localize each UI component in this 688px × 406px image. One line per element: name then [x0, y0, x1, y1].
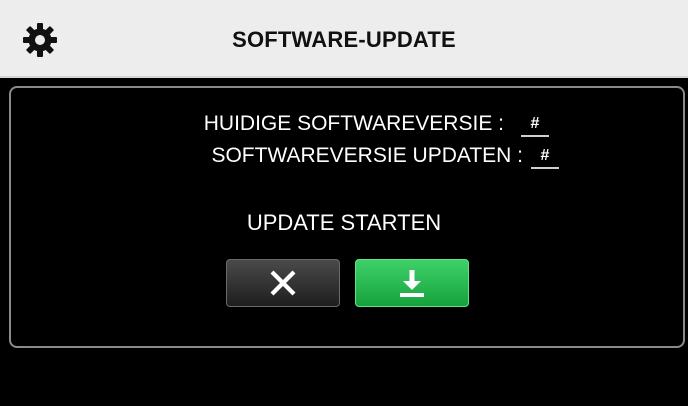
header-bar: SOFTWARE-UPDATE: [0, 0, 688, 78]
current-version-value: #: [521, 115, 549, 137]
cancel-button[interactable]: [226, 259, 340, 307]
update-version-label: SOFTWAREVERSIE UPDATEN :: [211, 144, 523, 167]
update-version-value: #: [531, 147, 559, 169]
close-icon: [270, 270, 296, 296]
start-update-button[interactable]: [355, 259, 469, 307]
current-version-label: HUIDIGE SOFTWAREVERSIE :: [203, 112, 504, 135]
update-start-label: UPDATE STARTEN: [246, 210, 442, 235]
page-title: SOFTWARE-UPDATE: [232, 27, 456, 52]
download-icon: [400, 270, 424, 297]
